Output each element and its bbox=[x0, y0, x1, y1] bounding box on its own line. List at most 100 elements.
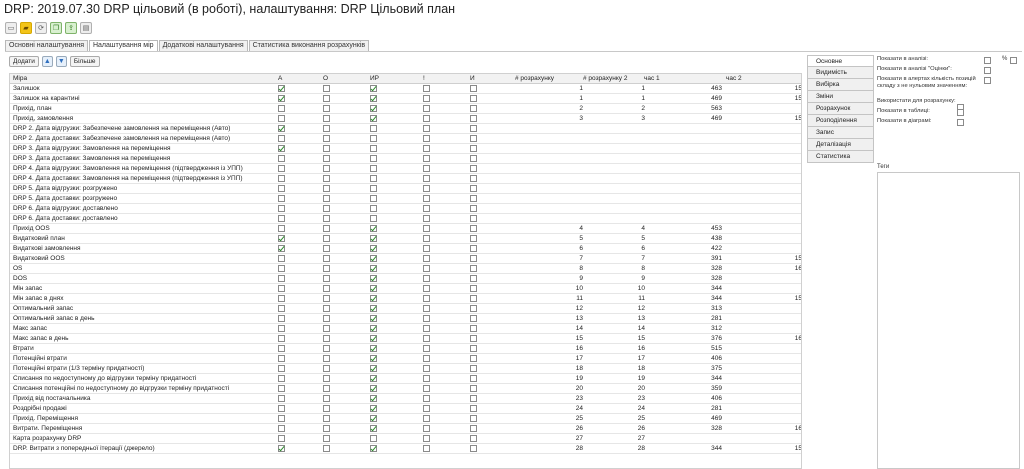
col-header-ir[interactable]: ИР bbox=[370, 74, 382, 83]
flag-ex-checkbox[interactable] bbox=[423, 285, 430, 292]
flag-ir-checkbox[interactable] bbox=[370, 355, 377, 362]
side-tab-statistics[interactable]: Статистика bbox=[807, 151, 874, 163]
col-header-calc-number[interactable]: # розрахунку bbox=[515, 74, 585, 83]
flag-a-checkbox[interactable] bbox=[278, 315, 285, 322]
flag-ex-checkbox[interactable] bbox=[423, 355, 430, 362]
flag-ir-checkbox[interactable] bbox=[370, 155, 377, 162]
flag-i-checkbox[interactable] bbox=[470, 435, 477, 442]
flag-o-checkbox[interactable] bbox=[323, 115, 330, 122]
table-row[interactable]: DRP 2. Дата доставки: Забезпечене замовл… bbox=[10, 134, 801, 144]
window-icon[interactable]: ▭ bbox=[5, 22, 17, 34]
flag-ir-checkbox[interactable] bbox=[370, 295, 377, 302]
col-header-time-2[interactable]: час 2 bbox=[726, 74, 801, 83]
flag-a-checkbox[interactable] bbox=[278, 435, 285, 442]
table-row[interactable]: OS 8 8 328 16 bbox=[10, 264, 801, 274]
flag-o-checkbox[interactable] bbox=[323, 125, 330, 132]
flag-i-checkbox[interactable] bbox=[470, 255, 477, 262]
flag-ex-checkbox[interactable] bbox=[423, 425, 430, 432]
flag-o-checkbox[interactable] bbox=[323, 305, 330, 312]
flag-a-checkbox[interactable] bbox=[278, 155, 285, 162]
table-row[interactable]: Роздрібні продажі 24 24 281 bbox=[10, 404, 801, 414]
export-icon[interactable]: ⇪ bbox=[65, 22, 77, 34]
tags-input[interactable] bbox=[877, 172, 1020, 469]
flag-ir-checkbox[interactable] bbox=[370, 255, 377, 262]
flag-i-checkbox[interactable] bbox=[470, 285, 477, 292]
flag-ir-checkbox[interactable] bbox=[370, 85, 377, 92]
flag-ex-checkbox[interactable] bbox=[423, 365, 430, 372]
table-row[interactable]: Прихід OOS 4 4 453 bbox=[10, 224, 801, 234]
flag-ex-checkbox[interactable] bbox=[423, 345, 430, 352]
flag-o-checkbox[interactable] bbox=[323, 135, 330, 142]
col-header-o[interactable]: О bbox=[323, 74, 335, 83]
flag-o-checkbox[interactable] bbox=[323, 155, 330, 162]
flag-ir-checkbox[interactable] bbox=[370, 285, 377, 292]
flag-o-checkbox[interactable] bbox=[323, 315, 330, 322]
flag-ex-checkbox[interactable] bbox=[423, 255, 430, 262]
flag-i-checkbox[interactable] bbox=[470, 345, 477, 352]
table-row[interactable]: Мін запас в днях 11 11 344 15 bbox=[10, 294, 801, 304]
flag-a-checkbox[interactable] bbox=[278, 85, 285, 92]
table-row[interactable]: Прихід від постачальника 23 23 406 bbox=[10, 394, 801, 404]
flag-o-checkbox[interactable] bbox=[323, 345, 330, 352]
percent-checkbox[interactable] bbox=[1010, 57, 1017, 64]
flag-i-checkbox[interactable] bbox=[470, 205, 477, 212]
flag-ex-checkbox[interactable] bbox=[423, 245, 430, 252]
flag-ir-checkbox[interactable] bbox=[370, 385, 377, 392]
flag-a-checkbox[interactable] bbox=[278, 95, 285, 102]
flag-o-checkbox[interactable] bbox=[323, 365, 330, 372]
flag-ir-checkbox[interactable] bbox=[370, 205, 377, 212]
flag-a-checkbox[interactable] bbox=[278, 225, 285, 232]
table-row[interactable]: DOS 9 9 328 bbox=[10, 274, 801, 284]
flag-i-checkbox[interactable] bbox=[470, 305, 477, 312]
flag-ex-checkbox[interactable] bbox=[423, 225, 430, 232]
flag-ir-checkbox[interactable] bbox=[370, 335, 377, 342]
copy-icon[interactable]: ❐ bbox=[50, 22, 62, 34]
flag-a-checkbox[interactable] bbox=[278, 425, 285, 432]
flag-ex-checkbox[interactable] bbox=[423, 155, 430, 162]
flag-i-checkbox[interactable] bbox=[470, 415, 477, 422]
flag-ex-checkbox[interactable] bbox=[423, 265, 430, 272]
flag-i-checkbox[interactable] bbox=[470, 355, 477, 362]
table-row[interactable]: DRP 6. Дата доставки: доставлено bbox=[10, 214, 801, 224]
flag-i-checkbox[interactable] bbox=[470, 365, 477, 372]
flag-o-checkbox[interactable] bbox=[323, 225, 330, 232]
flag-i-checkbox[interactable] bbox=[470, 115, 477, 122]
flag-ir-checkbox[interactable] bbox=[370, 415, 377, 422]
flag-ex-checkbox[interactable] bbox=[423, 275, 430, 282]
flag-o-checkbox[interactable] bbox=[323, 275, 330, 282]
col-header-measure[interactable]: Міра bbox=[13, 74, 275, 83]
flag-a-checkbox[interactable] bbox=[278, 285, 285, 292]
flag-ex-checkbox[interactable] bbox=[423, 205, 430, 212]
show-in-scores-checkbox[interactable] bbox=[984, 67, 991, 74]
flag-ex-checkbox[interactable] bbox=[423, 135, 430, 142]
flag-o-checkbox[interactable] bbox=[323, 215, 330, 222]
flag-ir-checkbox[interactable] bbox=[370, 125, 377, 132]
flag-ir-checkbox[interactable] bbox=[370, 225, 377, 232]
flag-i-checkbox[interactable] bbox=[470, 445, 477, 452]
save-icon[interactable]: ▤ bbox=[80, 22, 92, 34]
flag-ex-checkbox[interactable] bbox=[423, 175, 430, 182]
side-tab-calculation[interactable]: Розрахунок bbox=[807, 103, 874, 115]
flag-ex-checkbox[interactable] bbox=[423, 105, 430, 112]
flag-ex-checkbox[interactable] bbox=[423, 235, 430, 242]
flag-a-checkbox[interactable] bbox=[278, 205, 285, 212]
table-row[interactable]: Макс запас 14 14 312 bbox=[10, 324, 801, 334]
flag-a-checkbox[interactable] bbox=[278, 175, 285, 182]
tab-calc-statistics[interactable]: Статистика виконання розрахунків bbox=[248, 40, 370, 51]
flag-ex-checkbox[interactable] bbox=[423, 115, 430, 122]
table-row[interactable]: DRP 2. Дата відгрузки: Забезпечене замов… bbox=[10, 124, 801, 134]
flag-ex-checkbox[interactable] bbox=[423, 185, 430, 192]
flag-ir-checkbox[interactable] bbox=[370, 425, 377, 432]
side-tab-detail[interactable]: Деталізація bbox=[807, 139, 874, 151]
flag-ex-checkbox[interactable] bbox=[423, 415, 430, 422]
flag-i-checkbox[interactable] bbox=[470, 165, 477, 172]
tab-measure-settings[interactable]: Налаштування мір bbox=[88, 40, 158, 51]
flag-i-checkbox[interactable] bbox=[470, 295, 477, 302]
flag-ir-checkbox[interactable] bbox=[370, 445, 377, 452]
table-row[interactable]: Залишок на карантині 1 1 469 15 bbox=[10, 94, 801, 104]
table-row[interactable]: DRP 5. Дата доставки: розгружено bbox=[10, 194, 801, 204]
flag-o-checkbox[interactable] bbox=[323, 375, 330, 382]
flag-i-checkbox[interactable] bbox=[470, 335, 477, 342]
flag-a-checkbox[interactable] bbox=[278, 415, 285, 422]
flag-i-checkbox[interactable] bbox=[470, 125, 477, 132]
